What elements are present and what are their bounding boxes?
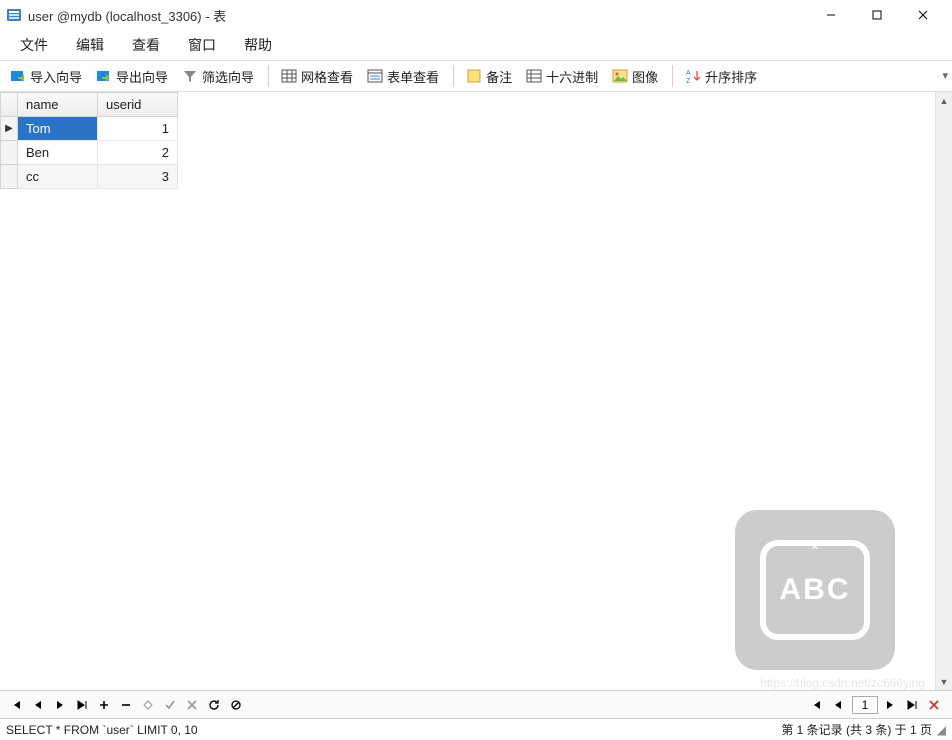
table-row[interactable]: Ben 2 bbox=[1, 141, 178, 165]
vertical-scrollbar[interactable]: ▲ ▼ bbox=[935, 92, 952, 690]
memo-icon bbox=[466, 68, 482, 84]
last-page-button[interactable] bbox=[902, 695, 922, 715]
image-label: 图像 bbox=[632, 67, 658, 86]
app-icon bbox=[6, 7, 22, 23]
first-record-button[interactable] bbox=[6, 695, 26, 715]
import-wizard-icon bbox=[10, 68, 26, 84]
prev-record-button[interactable] bbox=[28, 695, 48, 715]
table-row[interactable]: cc 3 bbox=[1, 165, 178, 189]
resize-grip[interactable]: ◢ bbox=[932, 723, 946, 737]
last-record-button[interactable] bbox=[72, 695, 92, 715]
menu-view[interactable]: 查看 bbox=[118, 31, 174, 59]
scroll-down-button[interactable]: ▼ bbox=[936, 673, 952, 690]
titlebar: user @mydb (localhost_3306) - 表 bbox=[0, 0, 952, 30]
export-wizard-button[interactable]: 导出向导 bbox=[90, 65, 174, 88]
grid-view-icon bbox=[281, 68, 297, 84]
cell-userid[interactable]: 1 bbox=[98, 117, 178, 141]
toolbar-separator bbox=[268, 65, 269, 87]
close-tab-button[interactable] bbox=[924, 695, 944, 715]
apply-changes-button[interactable] bbox=[160, 695, 180, 715]
svg-text:A: A bbox=[686, 70, 691, 77]
toolbar-overflow-button[interactable]: ▾ bbox=[942, 69, 948, 82]
form-view-label: 表单查看 bbox=[387, 67, 439, 86]
memo-label: 备注 bbox=[486, 67, 512, 86]
next-page-button[interactable] bbox=[880, 695, 900, 715]
page-nav-group bbox=[806, 695, 946, 715]
sort-asc-label: 升序排序 bbox=[705, 67, 757, 86]
menu-file[interactable]: 文件 bbox=[6, 31, 62, 59]
refresh-button[interactable] bbox=[204, 695, 224, 715]
form-view-icon bbox=[367, 68, 383, 84]
window-title: user @mydb (localhost_3306) - 表 bbox=[28, 6, 808, 25]
cell-userid[interactable]: 3 bbox=[98, 165, 178, 189]
main-area: name userid ▶ Tom 1 Ben 2 cc 3 bbox=[0, 92, 952, 690]
minimize-button[interactable] bbox=[808, 0, 854, 30]
row-indicator bbox=[1, 141, 18, 165]
close-button[interactable] bbox=[900, 0, 946, 30]
ime-caret-icon: ˆ bbox=[812, 544, 818, 565]
cancel-changes-button[interactable] bbox=[182, 695, 202, 715]
ime-language-label: ABC bbox=[780, 573, 851, 607]
hex-button[interactable]: 十六进制 bbox=[520, 65, 604, 88]
delete-record-button[interactable] bbox=[116, 695, 136, 715]
export-wizard-icon bbox=[96, 68, 112, 84]
image-icon bbox=[612, 68, 628, 84]
status-query: SELECT * FROM `user` LIMIT 0, 10 bbox=[6, 723, 781, 737]
statusbar: SELECT * FROM `user` LIMIT 0, 10 第 1 条记录… bbox=[0, 718, 952, 740]
column-header-name[interactable]: name bbox=[18, 93, 98, 117]
menu-window[interactable]: 窗口 bbox=[174, 31, 230, 59]
toolbar-separator bbox=[453, 65, 454, 87]
table-row[interactable]: ▶ Tom 1 bbox=[1, 117, 178, 141]
memo-button[interactable]: 备注 bbox=[460, 65, 518, 88]
record-nav-group bbox=[6, 695, 248, 715]
data-grid[interactable]: name userid ▶ Tom 1 Ben 2 cc 3 bbox=[0, 92, 935, 690]
filter-wizard-button[interactable]: 筛选向导 bbox=[176, 65, 260, 88]
toolbar: 导入向导 导出向导 筛选向导 网格查看 表单查看 备注 十六进制 图像 AZ 升… bbox=[0, 60, 952, 92]
cell-name[interactable]: Tom bbox=[18, 117, 98, 141]
first-page-button[interactable] bbox=[806, 695, 826, 715]
row-indicator-header[interactable] bbox=[1, 93, 18, 117]
toolbar-separator bbox=[672, 65, 673, 87]
grid-view-button[interactable]: 网格查看 bbox=[275, 65, 359, 88]
grid-view-label: 网格查看 bbox=[301, 67, 353, 86]
stop-button[interactable] bbox=[226, 695, 246, 715]
export-wizard-label: 导出向导 bbox=[116, 67, 168, 86]
filter-icon bbox=[182, 68, 198, 84]
svg-text:Z: Z bbox=[686, 78, 691, 84]
edit-record-button[interactable] bbox=[138, 695, 158, 715]
row-indicator bbox=[1, 165, 18, 189]
insert-record-button[interactable] bbox=[94, 695, 114, 715]
cell-name[interactable]: cc bbox=[18, 165, 98, 189]
status-record-info: 第 1 条记录 (共 3 条) 于 1 页 bbox=[781, 721, 932, 738]
image-button[interactable]: 图像 bbox=[606, 65, 664, 88]
menubar: 文件 编辑 查看 窗口 帮助 bbox=[0, 30, 952, 60]
hex-label: 十六进制 bbox=[546, 67, 598, 86]
filter-wizard-label: 筛选向导 bbox=[202, 67, 254, 86]
next-record-button[interactable] bbox=[50, 695, 70, 715]
column-header-userid[interactable]: userid bbox=[98, 93, 178, 117]
menu-edit[interactable]: 编辑 bbox=[62, 31, 118, 59]
window-controls bbox=[808, 0, 946, 30]
sort-asc-icon: AZ bbox=[685, 68, 701, 84]
cell-name[interactable]: Ben bbox=[18, 141, 98, 165]
menu-help[interactable]: 帮助 bbox=[230, 31, 286, 59]
prev-page-button[interactable] bbox=[828, 695, 848, 715]
page-input[interactable] bbox=[852, 696, 878, 714]
row-indicator: ▶ bbox=[1, 117, 18, 141]
import-wizard-label: 导入向导 bbox=[30, 67, 82, 86]
import-wizard-button[interactable]: 导入向导 bbox=[4, 65, 88, 88]
maximize-button[interactable] bbox=[854, 0, 900, 30]
watermark-text: https://blog.csdn.net/zc666ying bbox=[760, 676, 925, 690]
record-navbar bbox=[0, 690, 952, 718]
form-view-button[interactable]: 表单查看 bbox=[361, 65, 445, 88]
hex-icon bbox=[526, 68, 542, 84]
scroll-track[interactable] bbox=[936, 109, 952, 673]
cell-userid[interactable]: 2 bbox=[98, 141, 178, 165]
scroll-up-button[interactable]: ▲ bbox=[936, 92, 952, 109]
ime-indicator: ˆ ABC bbox=[735, 510, 895, 670]
sort-asc-button[interactable]: AZ 升序排序 bbox=[679, 65, 763, 88]
